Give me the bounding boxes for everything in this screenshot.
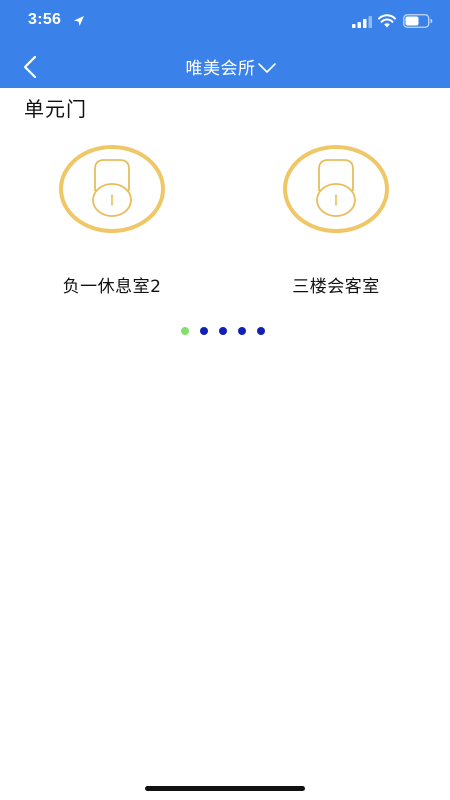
status-time: 3:56	[28, 11, 62, 28]
navigation-bar: 唯美会所	[0, 44, 450, 88]
signal-icon	[352, 16, 372, 28]
status-bar: 3:56	[0, 0, 450, 44]
home-indicator	[145, 786, 305, 791]
lock-tile[interactable]: 三楼会客室	[236, 145, 436, 305]
back-chevron-icon	[23, 55, 37, 79]
lock-icon	[59, 145, 165, 233]
lock-tile[interactable]: 负一休息室2	[12, 145, 212, 305]
page-dot[interactable]	[200, 327, 208, 335]
title-container: 唯美会所	[0, 44, 450, 88]
section-title: 单元门	[24, 97, 87, 121]
back-button[interactable]	[16, 50, 52, 82]
wifi-icon	[378, 14, 396, 28]
venue-selector[interactable]: 唯美会所	[174, 54, 277, 79]
page-dot-active[interactable]	[181, 327, 189, 335]
nav-title: 唯美会所	[185, 58, 256, 79]
top-bar: 3:56 唯美会所	[0, 0, 450, 88]
lock-label: 负一休息室2	[62, 277, 162, 297]
page-dot[interactable]	[219, 327, 227, 335]
location-arrow-icon	[74, 16, 84, 26]
page-indicator	[181, 327, 265, 337]
lock-icon	[283, 145, 389, 233]
lock-label: 三楼会客室	[292, 277, 380, 297]
page-dot[interactable]	[257, 327, 265, 335]
page-dot[interactable]	[238, 327, 246, 335]
battery-icon	[403, 14, 433, 28]
chevron-down-icon	[257, 62, 276, 73]
